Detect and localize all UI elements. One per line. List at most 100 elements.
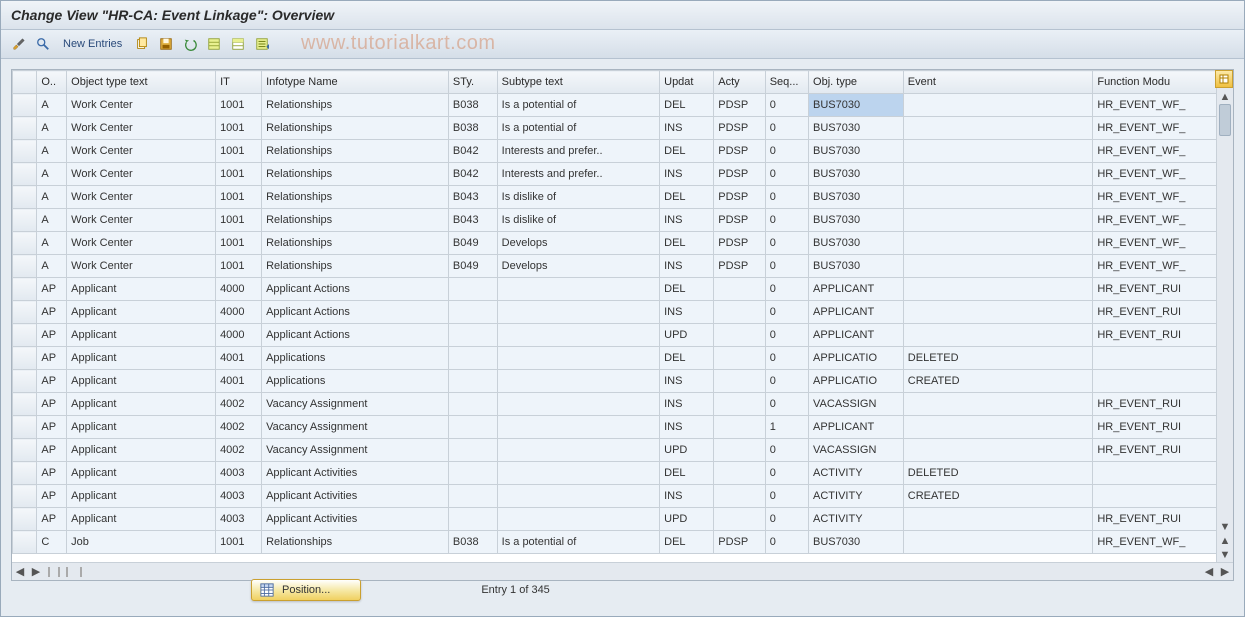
col-infotype-name[interactable]: Infotype Name: [262, 71, 449, 94]
cell-event[interactable]: [903, 232, 1093, 255]
cell-fm[interactable]: HR_EVENT_WF_: [1093, 140, 1218, 163]
cell-obj[interactable]: BUS7030: [809, 209, 904, 232]
cell-fm[interactable]: [1093, 347, 1218, 370]
cell-upd[interactable]: INS: [660, 485, 714, 508]
cell-o[interactable]: A: [37, 255, 67, 278]
cell-seq[interactable]: 0: [765, 209, 808, 232]
cell-ott[interactable]: Applicant: [67, 393, 216, 416]
cell-ott[interactable]: Applicant: [67, 508, 216, 531]
cell-fm[interactable]: HR_EVENT_WF_: [1093, 94, 1218, 117]
cell-it[interactable]: 1001: [216, 94, 262, 117]
cell-acty[interactable]: [714, 370, 765, 393]
cell-event[interactable]: [903, 140, 1093, 163]
cell-acty[interactable]: PDSP: [714, 163, 765, 186]
cell-fm[interactable]: [1093, 370, 1218, 393]
cell-iname[interactable]: Relationships: [262, 117, 449, 140]
cell-iname[interactable]: Relationships: [262, 232, 449, 255]
cell-stxt[interactable]: [497, 485, 659, 508]
cell-o[interactable]: AP: [37, 278, 67, 301]
cell-upd[interactable]: INS: [660, 301, 714, 324]
table-row[interactable]: APApplicant4002Vacancy AssignmentINS1APP…: [13, 416, 1218, 439]
cell-ott[interactable]: Work Center: [67, 232, 216, 255]
cell-fm[interactable]: HR_EVENT_WF_: [1093, 209, 1218, 232]
cell-it[interactable]: 1001: [216, 209, 262, 232]
cell-seq[interactable]: 0: [765, 140, 808, 163]
cell-stxt[interactable]: [497, 416, 659, 439]
cell-stxt[interactable]: Interests and prefer..: [497, 163, 659, 186]
hscroll-right2-button[interactable]: ▶: [1217, 565, 1233, 579]
col-select[interactable]: [13, 71, 37, 94]
cell-event[interactable]: CREATED: [903, 485, 1093, 508]
cell-acty[interactable]: PDSP: [714, 232, 765, 255]
cell-o[interactable]: AP: [37, 416, 67, 439]
cell-event[interactable]: [903, 324, 1093, 347]
cell-obj[interactable]: BUS7030: [809, 255, 904, 278]
cell-upd[interactable]: UPD: [660, 439, 714, 462]
cell-stxt[interactable]: [497, 347, 659, 370]
cell-sty[interactable]: [448, 508, 497, 531]
find-button[interactable]: [33, 34, 53, 54]
cell-seq[interactable]: 0: [765, 485, 808, 508]
cell-iname[interactable]: Relationships: [262, 140, 449, 163]
cell-sty[interactable]: B038: [448, 94, 497, 117]
cell-obj[interactable]: APPLICANT: [809, 324, 904, 347]
row-selector[interactable]: [13, 485, 37, 508]
cell-upd[interactable]: DEL: [660, 278, 714, 301]
cell-iname[interactable]: Relationships: [262, 163, 449, 186]
row-selector[interactable]: [13, 255, 37, 278]
col-subtype-text[interactable]: Subtype text: [497, 71, 659, 94]
scroll-track[interactable]: [1217, 104, 1233, 520]
cell-o[interactable]: C: [37, 531, 67, 554]
cell-upd[interactable]: DEL: [660, 462, 714, 485]
cell-fm[interactable]: HR_EVENT_WF_: [1093, 163, 1218, 186]
cell-obj[interactable]: BUS7030: [809, 186, 904, 209]
cell-sty[interactable]: B038: [448, 117, 497, 140]
col-object-type-text[interactable]: Object type text: [67, 71, 216, 94]
cell-seq[interactable]: 0: [765, 163, 808, 186]
cell-acty[interactable]: [714, 347, 765, 370]
cell-event[interactable]: [903, 508, 1093, 531]
cell-stxt[interactable]: Is dislike of: [497, 209, 659, 232]
cell-ott[interactable]: Work Center: [67, 140, 216, 163]
hscroll-left2-button[interactable]: ◀: [1201, 565, 1217, 579]
cell-it[interactable]: 1001: [216, 232, 262, 255]
cell-event[interactable]: DELETED: [903, 347, 1093, 370]
cell-sty[interactable]: B043: [448, 186, 497, 209]
cell-acty[interactable]: [714, 439, 765, 462]
cell-upd[interactable]: UPD: [660, 508, 714, 531]
cell-sty[interactable]: [448, 301, 497, 324]
cell-seq[interactable]: 0: [765, 370, 808, 393]
row-selector[interactable]: [13, 163, 37, 186]
cell-stxt[interactable]: [497, 439, 659, 462]
deselect-all-button[interactable]: [228, 34, 248, 54]
col-infotype[interactable]: IT: [216, 71, 262, 94]
cell-acty[interactable]: [714, 508, 765, 531]
row-selector[interactable]: [13, 301, 37, 324]
cell-iname[interactable]: Applications: [262, 370, 449, 393]
table-row[interactable]: APApplicant4003Applicant ActivitiesDEL0A…: [13, 462, 1218, 485]
cell-obj[interactable]: BUS7030: [809, 531, 904, 554]
cell-stxt[interactable]: Interests and prefer..: [497, 140, 659, 163]
cell-event[interactable]: [903, 416, 1093, 439]
cell-acty[interactable]: PDSP: [714, 94, 765, 117]
cell-acty[interactable]: [714, 301, 765, 324]
table-row[interactable]: CJob1001RelationshipsB038Is a potential …: [13, 531, 1218, 554]
cell-iname[interactable]: Relationships: [262, 531, 449, 554]
cell-o[interactable]: A: [37, 94, 67, 117]
cell-seq[interactable]: 0: [765, 324, 808, 347]
cell-fm[interactable]: [1093, 485, 1218, 508]
cell-seq[interactable]: 1: [765, 416, 808, 439]
cell-iname[interactable]: Applicant Actions: [262, 301, 449, 324]
cell-acty[interactable]: [714, 462, 765, 485]
cell-upd[interactable]: INS: [660, 209, 714, 232]
cell-fm[interactable]: HR_EVENT_RUI: [1093, 439, 1218, 462]
cell-o[interactable]: AP: [37, 393, 67, 416]
cell-event[interactable]: [903, 255, 1093, 278]
cell-ott[interactable]: Work Center: [67, 163, 216, 186]
cell-sty[interactable]: B049: [448, 232, 497, 255]
position-button[interactable]: Position...: [251, 579, 361, 601]
cell-o[interactable]: AP: [37, 439, 67, 462]
cell-sty[interactable]: B043: [448, 209, 497, 232]
cell-it[interactable]: 4003: [216, 508, 262, 531]
cell-o[interactable]: AP: [37, 301, 67, 324]
